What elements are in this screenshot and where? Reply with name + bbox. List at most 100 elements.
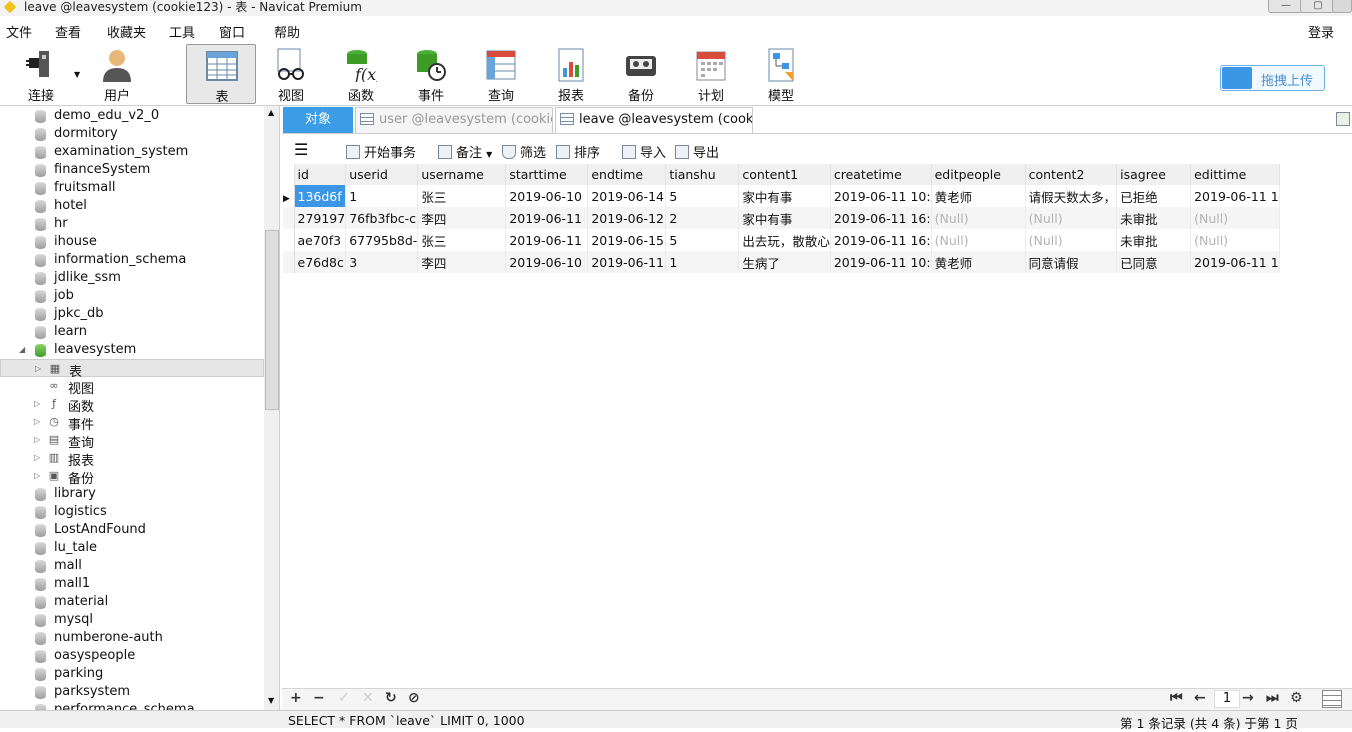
table-cell[interactable]: (Null) bbox=[1025, 207, 1118, 229]
note-button[interactable]: 备注 ▼ bbox=[438, 142, 492, 161]
table-cell[interactable]: 67795b8d- bbox=[345, 229, 419, 251]
table-cell[interactable]: 1 bbox=[665, 251, 740, 273]
collapsed-arrow-icon[interactable]: ▷ bbox=[34, 399, 40, 408]
login-link[interactable]: 登录 bbox=[1308, 22, 1334, 41]
column-header-endtime[interactable]: endtime bbox=[587, 164, 667, 185]
tree-item-database[interactable]: jpkc_db bbox=[0, 305, 264, 323]
table-row[interactable]: e76d8c 3 李四 2019-06-10 2019-06-11 1 生病了 2019-06… bbox=[283, 251, 1280, 273]
table-cell[interactable]: 5 bbox=[665, 185, 740, 207]
table-cell[interactable]: 张三 bbox=[417, 229, 507, 251]
table-cell[interactable]: 家中有事 bbox=[738, 207, 831, 229]
backup-button[interactable]: 备份 bbox=[606, 44, 676, 104]
dropdown-arrow-icon[interactable]: ▼ bbox=[74, 70, 80, 79]
import-button[interactable]: 导入 bbox=[622, 142, 666, 161]
grid-view-icon[interactable] bbox=[1336, 112, 1350, 126]
table-cell[interactable]: ae70f3 bbox=[294, 229, 347, 251]
tree-item-event[interactable]: ▷ ◷ 事件 bbox=[0, 413, 264, 433]
maximize-button[interactable]: ▢ bbox=[1300, 0, 1336, 13]
cloud-upload-button[interactable]: 拖拽上传 bbox=[1220, 65, 1325, 91]
stop-icon[interactable]: ⊘ bbox=[408, 690, 420, 706]
add-record-button[interactable]: + bbox=[290, 690, 302, 706]
minimize-button[interactable]: — bbox=[1268, 0, 1304, 13]
tree-item-database[interactable]: dormitory bbox=[0, 125, 264, 143]
table-cell[interactable]: 李四 bbox=[417, 207, 507, 229]
menu-favorites[interactable]: 收藏夹 bbox=[107, 22, 146, 41]
tab-user-table[interactable]: user @leavesystem (cookie... bbox=[355, 107, 553, 133]
collapsed-arrow-icon[interactable]: ▷ bbox=[34, 471, 40, 480]
table-cell[interactable]: 2019-06-11 bbox=[505, 229, 589, 251]
column-header-userid[interactable]: userid bbox=[345, 164, 419, 185]
page-number-field[interactable]: 1 bbox=[1214, 690, 1240, 708]
table-cell[interactable]: 2019-06-11 bbox=[505, 207, 589, 229]
tree-item-database[interactable]: mall1 bbox=[0, 575, 264, 593]
tree-item-database[interactable]: information_schema bbox=[0, 251, 264, 269]
menu-help[interactable]: 帮助 bbox=[274, 22, 300, 41]
table-cell[interactable]: (Null) bbox=[1025, 229, 1118, 251]
tree-item-database[interactable]: jdlike_ssm bbox=[0, 269, 264, 287]
filter-button[interactable]: 筛选 bbox=[502, 142, 546, 161]
sidebar-scrollbar[interactable]: ▲ ▼ bbox=[264, 106, 279, 710]
column-header-content2[interactable]: content2 bbox=[1025, 164, 1118, 185]
tree-item-function[interactable]: ▷ ƒ 函数 bbox=[0, 395, 264, 415]
table-cell[interactable]: 2019-06-11 10: bbox=[830, 251, 932, 273]
tree-item-report[interactable]: ▷ ▥ 报表 bbox=[0, 449, 264, 469]
expanded-arrow-icon[interactable]: ◢ bbox=[19, 345, 25, 354]
tree-item-database[interactable]: job bbox=[0, 287, 264, 305]
apply-button[interactable]: ✓ bbox=[338, 690, 350, 706]
event-button[interactable]: 事件 bbox=[396, 44, 466, 104]
tab-objects[interactable]: 对象 bbox=[283, 107, 353, 133]
table-cell[interactable]: 已拒绝 bbox=[1116, 185, 1192, 207]
sort-button[interactable]: 排序 bbox=[556, 142, 600, 161]
table-cell[interactable]: 出去玩，散散心 bbox=[738, 229, 831, 251]
column-header-isagree[interactable]: isagree bbox=[1116, 164, 1192, 185]
tree-item-database[interactable]: parksystem bbox=[0, 683, 264, 701]
collapsed-arrow-icon[interactable]: ▷ bbox=[34, 453, 40, 462]
tab-leave-table[interactable]: leave @leavesystem (cookie... bbox=[555, 107, 753, 133]
column-header-createtime[interactable]: createtime bbox=[830, 164, 932, 185]
table-row[interactable]: ae70f3 67795b8d- 张三 2019-06-11 2019-06-15 5 出去… bbox=[283, 229, 1280, 251]
view-button[interactable]: 视图 bbox=[256, 44, 326, 104]
table-cell[interactable]: 1 bbox=[345, 185, 419, 207]
tree-item-database[interactable]: lu_tale bbox=[0, 539, 264, 557]
tree-item-table[interactable]: ▷ ▦ 表 bbox=[0, 359, 264, 380]
model-button[interactable]: 模型 bbox=[746, 44, 816, 104]
table-cell[interactable]: 3 bbox=[345, 251, 419, 273]
table-cell[interactable]: 黄老师 bbox=[931, 251, 1026, 273]
menu-tools[interactable]: 工具 bbox=[169, 22, 195, 41]
row-header[interactable]: ▶ bbox=[283, 185, 295, 207]
table-cell[interactable]: 张三 bbox=[417, 185, 507, 207]
report-button[interactable]: 报表 bbox=[536, 44, 606, 104]
tree-item-glasses[interactable]: ∞ 视图 bbox=[0, 377, 264, 397]
table-row[interactable]: ▶ 136d6f 1 张三 2019-06-10 2019-06-14 5 家中有事 2019-… bbox=[283, 185, 1280, 207]
tree-item-database[interactable]: ◢ leavesystem bbox=[0, 341, 264, 359]
table-cell[interactable]: 请假天数太多， bbox=[1025, 185, 1118, 207]
tree-item-query[interactable]: ▷ ▤ 查询 bbox=[0, 431, 264, 451]
table-cell[interactable]: 136d6f bbox=[294, 185, 347, 207]
table-cell[interactable]: 同意请假 bbox=[1025, 251, 1118, 273]
tree-item-backup[interactable]: ▷ ▣ 备份 bbox=[0, 467, 264, 487]
tree-item-database[interactable]: oasyspeople bbox=[0, 647, 264, 665]
tree-item-database[interactable]: hotel bbox=[0, 197, 264, 215]
tree-item-database[interactable]: LostAndFound bbox=[0, 521, 264, 539]
table-cell[interactable]: 家中有事 bbox=[738, 185, 831, 207]
tree-item-database[interactable]: mysql bbox=[0, 611, 264, 629]
column-header-id[interactable]: id bbox=[294, 164, 347, 185]
row-header[interactable] bbox=[283, 207, 295, 229]
tree-item-database[interactable]: logistics bbox=[0, 503, 264, 521]
row-header[interactable] bbox=[283, 251, 295, 273]
menu-view[interactable]: 查看 bbox=[55, 22, 81, 41]
table-row[interactable]: 279197 76fb3fbc-c 李四 2019-06-11 2019-06-12 2 家… bbox=[283, 207, 1280, 229]
table-cell[interactable]: 2019-06-10 bbox=[505, 185, 589, 207]
row-header[interactable] bbox=[283, 229, 295, 251]
delete-record-button[interactable]: − bbox=[313, 690, 325, 706]
collapsed-arrow-icon[interactable]: ▷ bbox=[34, 435, 40, 444]
prev-page-icon[interactable]: ← bbox=[1194, 690, 1206, 706]
close-button[interactable] bbox=[1332, 0, 1352, 13]
scrollbar-thumb[interactable] bbox=[265, 230, 279, 410]
tree-item-database[interactable]: library bbox=[0, 485, 264, 503]
table-cell[interactable]: 黄老师 bbox=[931, 185, 1026, 207]
user-button[interactable]: 用户 bbox=[82, 44, 152, 104]
table-cell[interactable]: (Null) bbox=[931, 229, 1026, 251]
menu-file[interactable]: 文件 bbox=[6, 22, 32, 41]
column-header-tianshu[interactable]: tianshu bbox=[665, 164, 740, 185]
